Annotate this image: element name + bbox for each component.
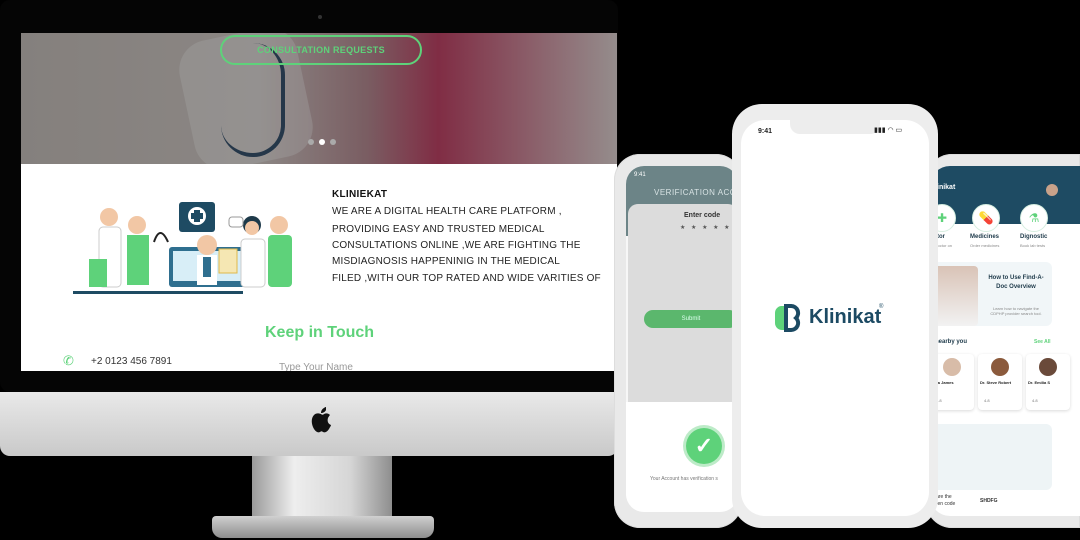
verified-message: Your Account has verification s xyxy=(650,476,718,482)
doctor-avatar xyxy=(1039,358,1057,376)
verified-panel xyxy=(626,402,738,512)
name-input[interactable]: Type Your Name xyxy=(279,362,353,371)
about-text-line: FILED ,WITH OUR TOP RATED AND WIDE VARIT… xyxy=(332,273,601,284)
about-title: KLINIEKAT xyxy=(332,189,388,200)
enter-code-label: Enter code xyxy=(684,212,721,219)
about-text-line: WE ARE A DIGITAL HEALTH CARE PLATFORM , xyxy=(332,206,562,217)
status-time: 9:41 xyxy=(758,128,773,135)
avatar[interactable] xyxy=(1046,184,1058,196)
about-text-line: CONSULTATIONS ONLINE ,WE ARE FIGHTING TH… xyxy=(332,240,581,251)
phone-icon: ✆ xyxy=(63,353,74,368)
keep-in-touch-heading: Keep in Touch xyxy=(265,324,375,341)
about-text-line: MISDIAGNOSIS HAPPENINIG IN THE MEDICAL xyxy=(332,256,561,267)
registered-mark: ® xyxy=(879,304,884,310)
home-screen: Klinikat ✚ octor ith doctor on 💊 Medicin… xyxy=(930,166,1080,516)
banner-title: How to Use Find-A-Doc Overview xyxy=(988,275,1044,290)
doctor-name: Dr. Steve Robert xyxy=(980,380,1012,385)
website-screen: CONSULTATION REQUESTS KLINIEKAT WE ARE A… xyxy=(21,33,617,371)
service-medicines-label: Medicines xyxy=(970,234,1000,240)
doctor-rating: 4.8 xyxy=(984,398,990,403)
share-code[interactable]: SHDFG xyxy=(980,498,998,504)
doctor-rating: 4.8 xyxy=(1032,398,1038,403)
see-all-link[interactable]: See All xyxy=(1034,339,1051,345)
doctor-avatar xyxy=(991,358,1009,376)
doctor-name: Dr. Emilia S xyxy=(1028,380,1051,385)
doctor-card[interactable]: Dr. Steve Robert 4.8 xyxy=(978,354,1022,410)
doctor-photo xyxy=(934,266,978,326)
banner-subtitle: Learn how to navigate the CDPHP provider… xyxy=(990,306,1042,316)
status-icons: ▮▮▮ ◠ ▭ xyxy=(874,127,903,134)
consultation-requests-button[interactable]: CONSULTATION REQUESTS xyxy=(220,35,422,65)
service-diagnostic-sub: Book lab tests xyxy=(1020,243,1046,248)
share-illustration xyxy=(932,424,1052,490)
code-input[interactable]: ★ ★ ★ ★ ★ xyxy=(680,224,732,231)
service-diagnostic-label: Dignostic xyxy=(1020,234,1048,240)
checkmark-icon: ✓ xyxy=(686,428,722,464)
apple-logo-icon xyxy=(311,407,331,433)
pill-icon[interactable]: 💊 xyxy=(972,204,1000,232)
doctor-avatar xyxy=(943,358,961,376)
verification-title: VERIFICATION ACC xyxy=(654,188,737,197)
submit-button[interactable]: Submit xyxy=(644,310,738,328)
carousel-dot[interactable] xyxy=(308,139,314,145)
phone-notch xyxy=(790,120,880,134)
diagnostic-icon[interactable]: ⚗ xyxy=(1020,204,1048,232)
service-medicines-sub: Order medicines xyxy=(970,243,1000,248)
carousel-dot[interactable] xyxy=(330,139,336,145)
klinikat-logo-icon xyxy=(774,304,801,332)
klinikat-logo-text: Klinikat xyxy=(809,306,882,328)
status-time: 9:41 xyxy=(634,172,646,178)
imac-stand-foot xyxy=(212,516,434,538)
carousel-dot-active[interactable] xyxy=(319,139,325,145)
doctors-illustration xyxy=(73,202,292,294)
imac-stand-neck xyxy=(252,456,392,522)
contact-phone[interactable]: +2 0123 456 7891 xyxy=(91,356,172,367)
verification-screen: 9:41 VERIFICATION ACC Enter code ★ ★ ★ ★… xyxy=(626,166,738,512)
doctor-card[interactable]: Dr. Emilia S 4.8 xyxy=(1026,354,1070,410)
camera-icon xyxy=(318,15,322,19)
about-text-line: PROVIDING EASY AND TRUSTED MEDICAL xyxy=(332,224,545,235)
